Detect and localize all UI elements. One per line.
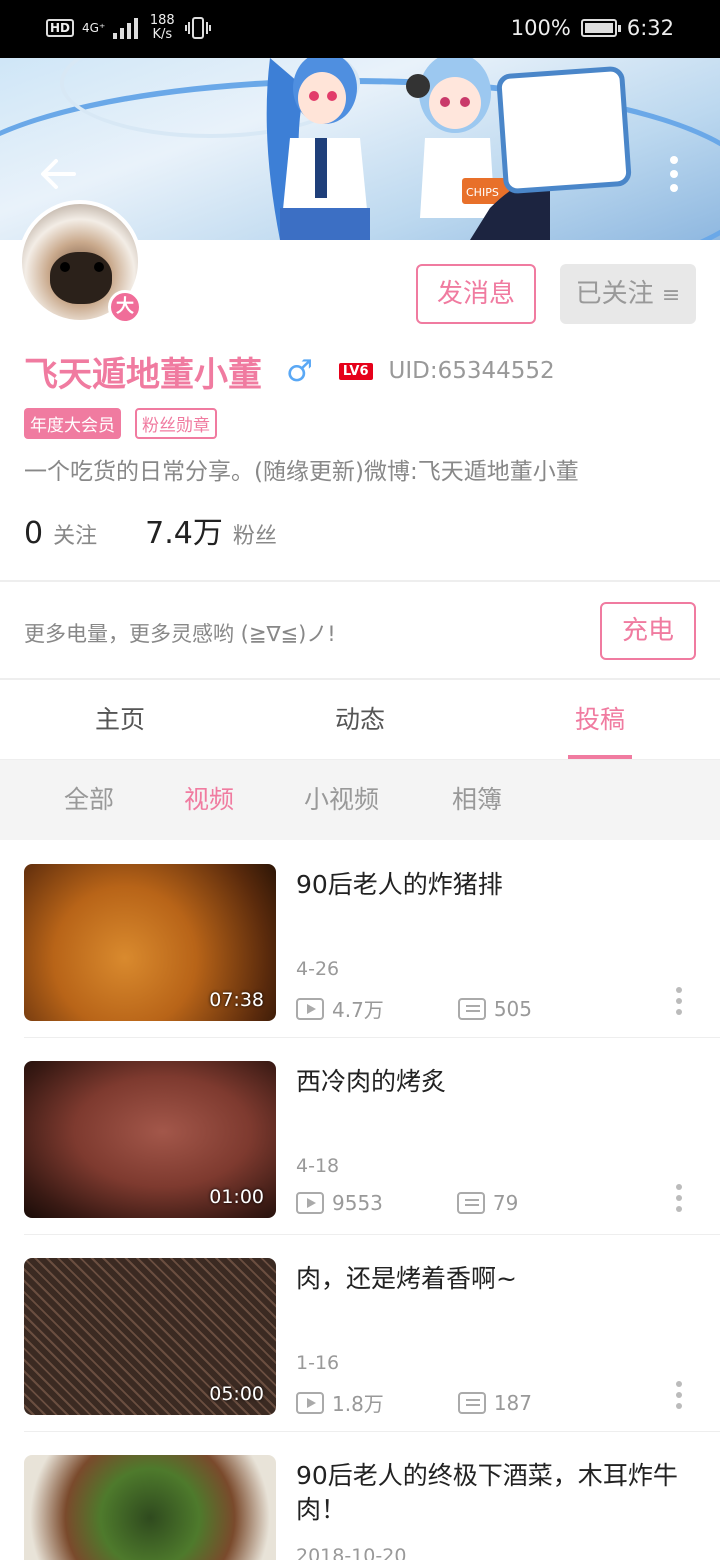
following-label[interactable]: 关注 [53, 518, 97, 550]
followed-button[interactable]: 已关注 ≡ [560, 264, 696, 324]
sub-tabs: 全部 视频 小视频 相簿 [0, 760, 720, 840]
danmaku-count: 505 [493, 996, 532, 1021]
followed-label: 已关注 [575, 279, 654, 309]
section-divider [0, 580, 720, 582]
banner-monitor-art [495, 65, 633, 195]
subtab-all[interactable]: 全部 [64, 760, 114, 840]
video-date: 2018-10-20 [296, 1545, 407, 1560]
fan-medal-tag[interactable]: 粉丝勋章 [135, 408, 217, 439]
status-bar: HD 4G⁺ 188 K/s 100% 6:32 [0, 0, 720, 58]
danmaku-count: 187 [493, 1390, 532, 1415]
video-meta: 9553 79 [296, 1191, 518, 1215]
video-item[interactable]: 07:38 90后老人的炸猪排 4-26 4.7万 505 [0, 840, 720, 1038]
video-thumbnail[interactable] [24, 1455, 276, 1560]
clock: 6:32 [626, 16, 674, 40]
video-thumbnail[interactable]: 01:00 [24, 1061, 276, 1218]
video-title[interactable]: 肉，还是烤着香啊~ [296, 1262, 696, 1296]
following-count[interactable]: 0 [24, 516, 43, 551]
net-speed: 188 K/s [147, 14, 177, 42]
tab-home[interactable]: 主页 [0, 680, 240, 759]
hd-indicator: HD [46, 19, 75, 37]
video-duration: 05:00 [209, 1383, 264, 1405]
send-message-button[interactable]: 发消息 [416, 264, 536, 324]
vibrate-icon [185, 17, 212, 39]
video-thumbnail[interactable]: 07:38 [24, 864, 276, 1021]
video-meta: 4.7万 505 [296, 994, 532, 1023]
video-duration: 01:00 [209, 1186, 264, 1208]
back-arrow-icon[interactable] [38, 154, 78, 194]
subtab-video[interactable]: 视频 [184, 760, 234, 840]
video-date: 1-16 [296, 1352, 340, 1374]
signal-icon [113, 18, 139, 39]
charge-prompt: 更多电量，更多灵感哟 (≧∇≦)ノ! [24, 622, 336, 646]
charge-button[interactable]: 充电 [600, 602, 696, 660]
video-thumbnail[interactable]: 05:00 [24, 1258, 276, 1415]
video-date: 4-18 [296, 1155, 340, 1177]
net-speed-value: 188 [149, 13, 175, 28]
fans-count[interactable]: 7.4万 [145, 508, 223, 552]
subtab-short-video[interactable]: 小视频 [304, 760, 379, 840]
tab-uploads[interactable]: 投稿 [480, 680, 720, 759]
video-meta: 1.8万 187 [296, 1388, 532, 1417]
uid-label: UID:65344552 [388, 358, 555, 384]
username: 飞天遁地董小董 [24, 354, 262, 395]
play-count-icon [296, 1192, 324, 1214]
banner-character-left [266, 58, 370, 240]
video-item[interactable]: 01:00 西冷肉的烤炙 4-18 9553 79 [0, 1037, 720, 1235]
video-item[interactable]: 05:00 肉，还是烤着香啊~ 1-16 1.8万 187 [0, 1234, 720, 1432]
menu-lines-icon: ≡ [661, 283, 681, 308]
net-speed-unit: K/s [152, 27, 173, 42]
video-title[interactable]: 西冷肉的烤炙 [296, 1065, 696, 1099]
danmaku-count: 79 [492, 1191, 519, 1215]
badge-tags: 年度大会员 粉丝勋章 [24, 408, 217, 439]
video-more-icon[interactable] [674, 986, 684, 1016]
fans-label[interactable]: 粉丝 [233, 518, 277, 550]
danmaku-icon [457, 997, 486, 1020]
charge-section: 更多电量，更多灵感哟 (≧∇≦)ノ! 充电 [0, 584, 720, 678]
tab-dynamics[interactable]: 动态 [240, 680, 480, 759]
video-more-icon[interactable] [674, 1380, 684, 1410]
more-vertical-icon[interactable] [664, 156, 684, 192]
view-count: 4.7万 [332, 998, 384, 1022]
vip-badge: 大 [108, 290, 142, 324]
battery-icon [580, 19, 621, 37]
main-tabs: 主页 动态 投稿 [0, 680, 720, 760]
view-count: 1.8万 [332, 1392, 384, 1416]
video-title[interactable]: 90后老人的炸猪排 [296, 868, 696, 902]
male-gender-icon: ♂ [286, 353, 313, 389]
bio-text: 一个吃货的日常分享。(随缘更新)微博:飞天遁地董小董 [24, 459, 579, 485]
video-item[interactable]: 90后老人的终极下酒菜，木耳炸牛肉！ 2018-10-20 [0, 1431, 720, 1560]
danmaku-icon [456, 1192, 485, 1214]
danmaku-icon [457, 1391, 486, 1414]
follow-stats: 0 关注 7.4万 粉丝 [24, 508, 277, 552]
svg-text:CHIPS: CHIPS [466, 186, 499, 199]
annual-vip-tag[interactable]: 年度大会员 [24, 408, 121, 439]
status-left: HD 4G⁺ 188 K/s [46, 14, 212, 42]
video-date: 4-26 [296, 958, 340, 980]
view-count: 9553 [332, 1191, 383, 1215]
network-indicator: 4G⁺ [82, 21, 106, 35]
video-more-icon[interactable] [674, 1183, 684, 1213]
level-badge: LV6 [338, 362, 373, 380]
play-count-icon [296, 1391, 324, 1414]
status-right: 100% 6:32 [511, 16, 674, 40]
play-count-icon [296, 997, 324, 1020]
video-duration: 07:38 [209, 989, 264, 1011]
name-row: 飞天遁地董小董 ♂ LV6 UID:65344552 [24, 346, 555, 396]
video-title[interactable]: 90后老人的终极下酒菜，木耳炸牛肉！ [296, 1459, 696, 1527]
subtab-album[interactable]: 相簿 [452, 760, 502, 840]
battery-percent: 100% [510, 16, 571, 40]
